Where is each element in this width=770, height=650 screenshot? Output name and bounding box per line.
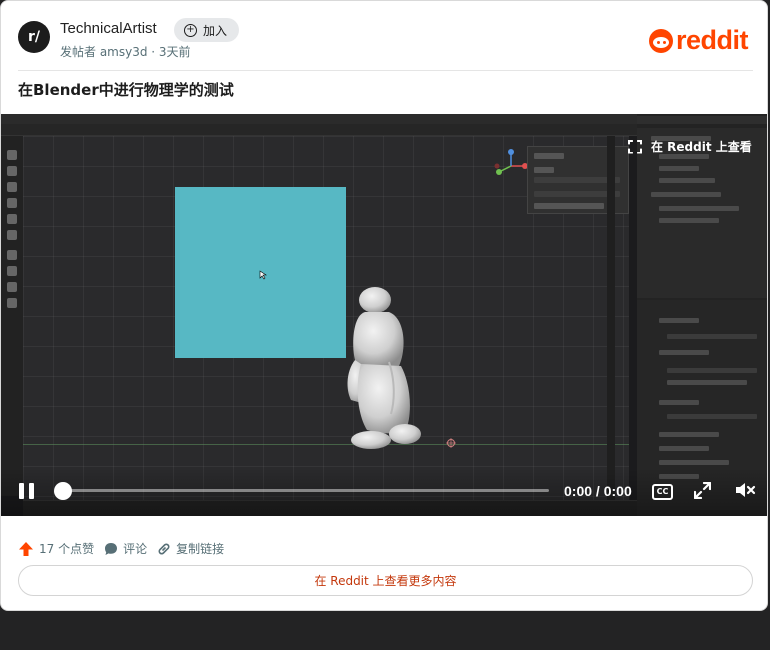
comment-icon [105,542,118,555]
divider [18,70,753,71]
join-label: 加入 [203,23,228,38]
comment-button[interactable]: 评论 [104,540,147,557]
pause-icon [19,483,24,499]
tool-icon [7,150,17,160]
tool-icon [7,166,17,176]
upvote-button[interactable]: 17 个点赞 [18,540,94,557]
tool-icon [7,182,17,192]
blender-toolbar [1,136,23,496]
community-avatar[interactable]: r/ [18,21,50,53]
progress-handle[interactable] [54,482,72,500]
tool-icon [7,250,17,260]
muted-speaker-icon[interactable] [734,481,756,499]
plus-icon: + [184,23,197,37]
snoo-icon [649,28,673,53]
axis-gizmo-icon [494,149,528,175]
tool-icon [7,298,17,308]
viewport-side-tabs [607,136,615,500]
view-more-on-reddit-button[interactable]: 在 Reddit 上查看更多内容 [18,565,753,596]
community-name[interactable]: TechnicalArtist [60,20,157,37]
copy-link-label: 复制链接 [176,542,225,556]
current-time: 0:00 [564,483,593,499]
upvote-arrow-icon [19,541,33,556]
blender-properties-panel [637,114,767,516]
tool-icon [7,230,17,240]
post-meta: 发帖者 amsy3d · 3天前 [60,45,191,59]
tool-icon [7,282,17,292]
view-on-reddit-label: 在 Reddit 上查看 [651,140,752,154]
comment-label: 评论 [123,542,148,556]
tool-icon [7,198,17,208]
tool-icon [7,266,17,276]
post-actions: 17 个点赞 评论 复制链接 [18,540,234,557]
captions-button[interactable]: CC [652,484,673,500]
link-icon [158,543,170,554]
figure-model [347,287,421,449]
reddit-logo[interactable]: reddit [649,25,749,56]
join-button[interactable]: + 加入 [174,18,240,42]
tool-icon [7,214,17,224]
view-on-reddit-link[interactable]: 在 Reddit 上查看 [628,138,752,155]
time-separator: / [592,483,604,499]
copy-link-button[interactable]: 复制链接 [157,540,224,557]
cursor-icon [259,270,267,280]
expand-icon [628,140,642,154]
fullscreen-icon[interactable] [694,482,711,499]
post-title[interactable]: 在Blender中进行物理学的测试 [18,79,234,100]
reddit-embed-card: r/ TechnicalArtist + 加入 发帖者 amsy3d · 3天前… [0,0,768,611]
origin-icon [446,438,456,448]
total-time: 0:00 [603,483,632,499]
blender-header-bar [1,124,637,136]
reddit-wordmark: reddit [676,25,749,55]
pause-button[interactable] [18,483,36,499]
time-readout: 0:00 / 0:00 [564,483,632,499]
blender-viewport [23,136,629,500]
upvote-count: 17 个点赞 [39,542,95,556]
video-player[interactable]: 在 Reddit 上查看 0:00 / 0:00 CC [1,114,767,516]
post-header: r/ TechnicalArtist + 加入 发帖者 amsy3d · 3天前… [1,1,767,71]
progress-bar[interactable] [63,489,549,492]
